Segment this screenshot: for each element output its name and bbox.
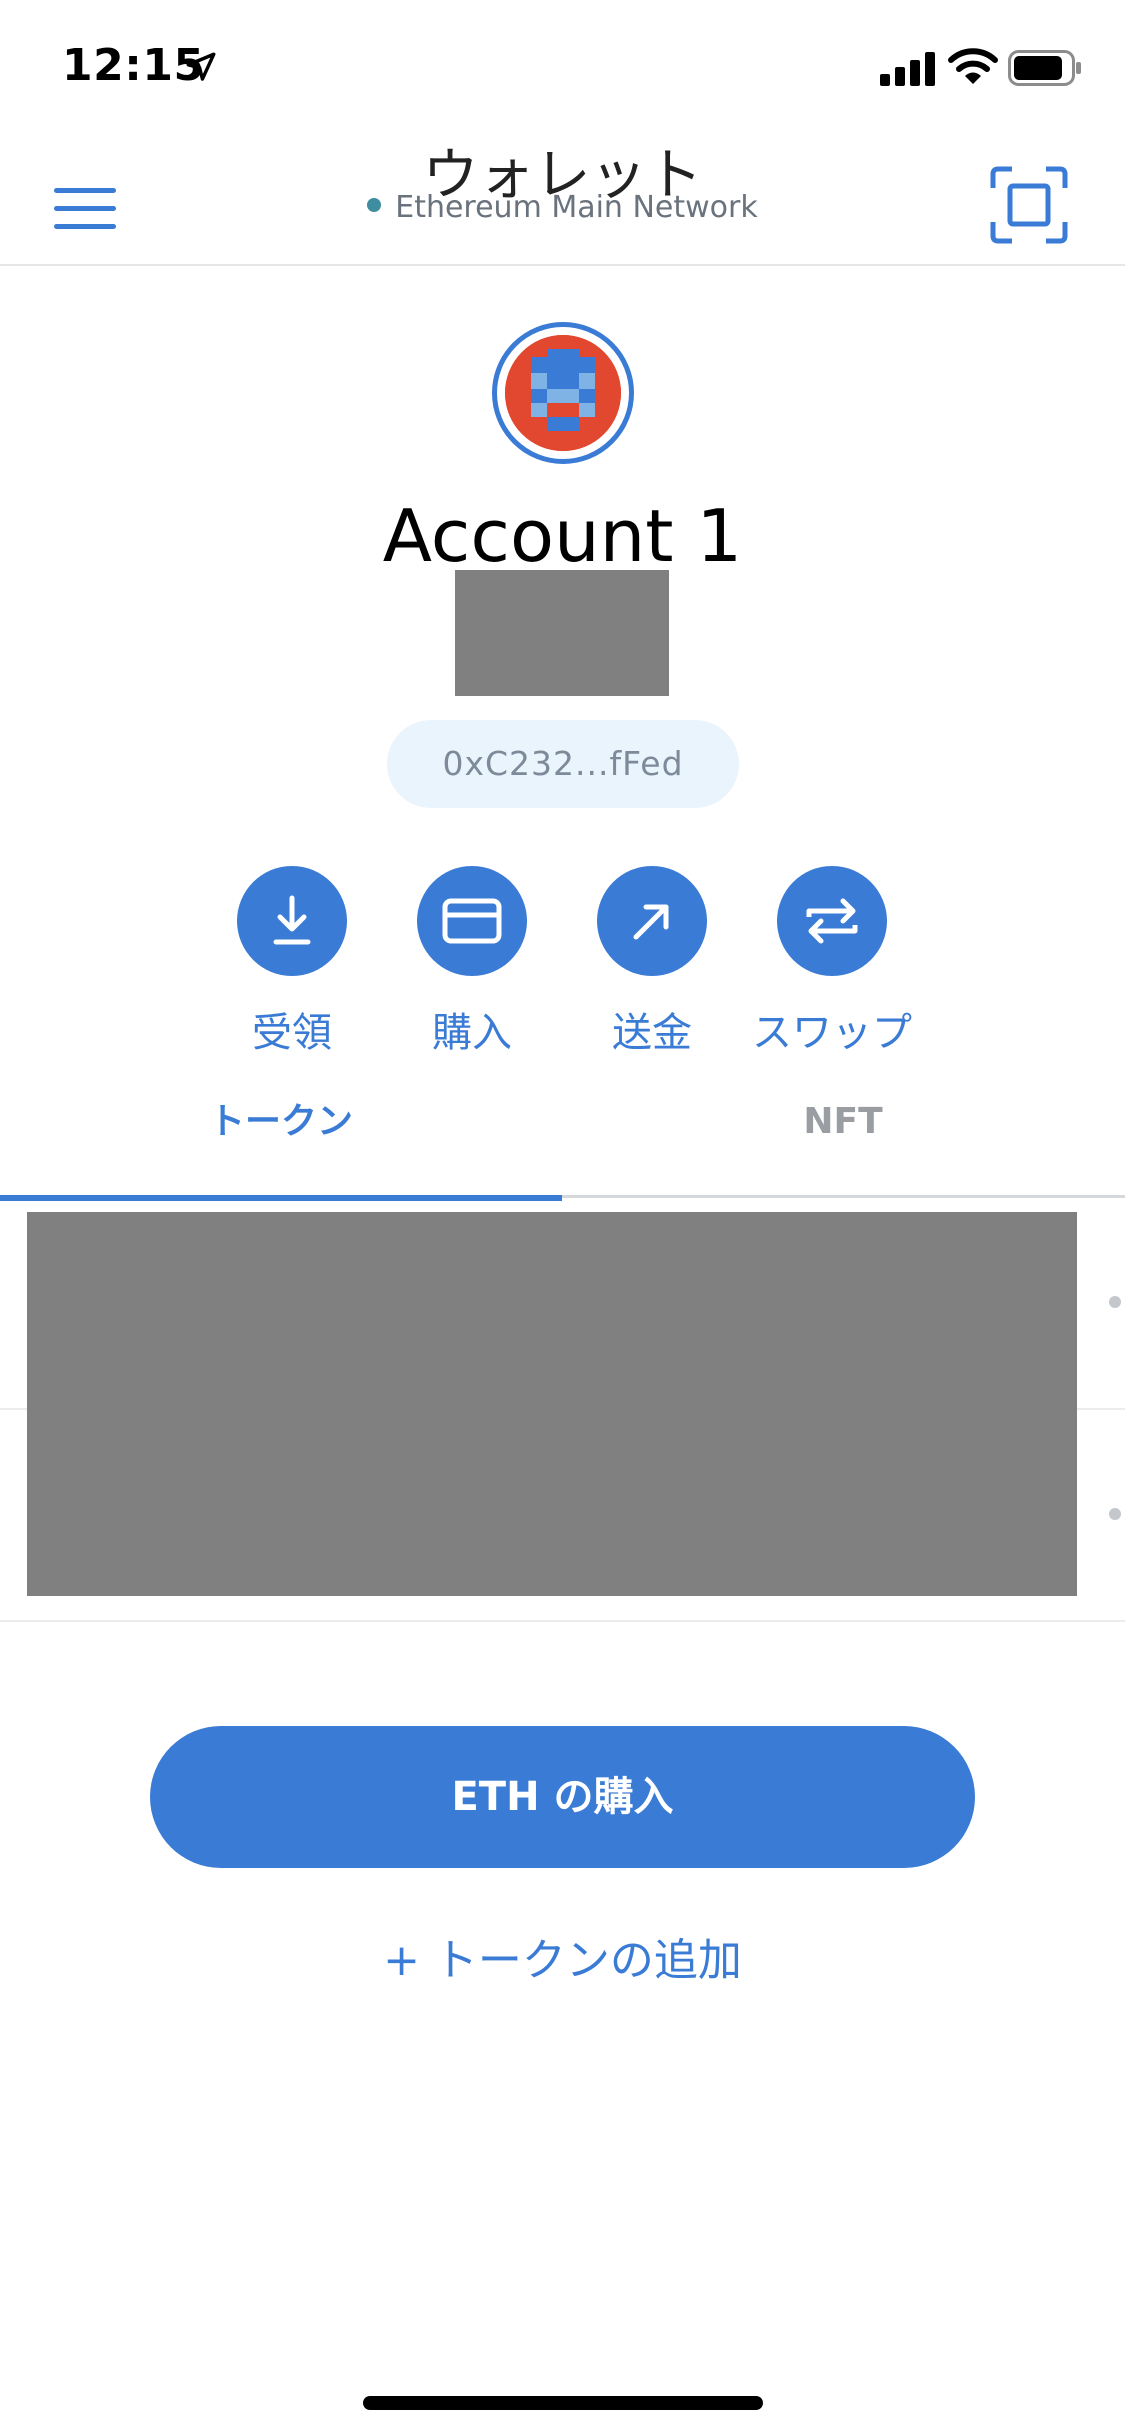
balance-redacted [455, 570, 669, 696]
tab-nft-label: NFT [803, 1101, 883, 1142]
send-button[interactable]: 送金 [562, 866, 742, 1058]
chevron-right-icon [1109, 1296, 1121, 1308]
network-name: Ethereum Main Network [395, 190, 758, 225]
home-indicator[interactable] [363, 2396, 763, 2410]
location-arrow-icon [186, 52, 216, 81]
status-bar: 12:15 [0, 0, 1125, 130]
swap-button[interactable]: スワップ [742, 866, 922, 1058]
tab-nft[interactable]: NFT [562, 1080, 1124, 1198]
buy-eth-button[interactable]: ETH の購入 [150, 1726, 975, 1868]
add-token-link[interactable]: + トークンの追加 [0, 1924, 1125, 1988]
tab-tokens[interactable]: トークン [0, 1080, 562, 1201]
tab-tokens-label: トークン [208, 1101, 353, 1142]
network-selector[interactable]: Ethereum Main Network [0, 190, 1125, 225]
wifi-icon [948, 48, 998, 84]
qr-scan-icon[interactable] [990, 166, 1068, 244]
cellular-signal-icon [880, 52, 935, 86]
identicon-pattern [505, 335, 621, 451]
account-address[interactable]: 0xC232...fFed [387, 720, 739, 808]
receive-label: 受領 [252, 1010, 332, 1056]
chevron-right-icon [1109, 1508, 1121, 1520]
wallet-actions: 受領 購入 送金 スワップ [0, 866, 1125, 1056]
buy-label: 購入 [432, 1010, 512, 1056]
token-list-redacted [27, 1212, 1077, 1596]
app-header: ウォレット Ethereum Main Network [0, 130, 1125, 266]
swap-icon [806, 898, 858, 944]
wallet-screen: 12:15 ウォレット Ethereum Main Network Accoun… [0, 0, 1125, 2436]
send-label: 送金 [612, 1010, 692, 1056]
identicon [505, 335, 621, 451]
arrow-up-right-icon [633, 904, 669, 940]
buy-button[interactable]: 購入 [382, 866, 562, 1058]
account-name[interactable]: Account 1 [0, 494, 1125, 578]
card-icon [442, 898, 502, 944]
receive-button[interactable]: 受領 [202, 866, 382, 1058]
asset-tabs: トークン NFT [0, 1080, 1125, 1201]
swap-label: スワップ [752, 1010, 912, 1056]
download-icon [273, 895, 311, 945]
account-avatar[interactable] [492, 322, 634, 464]
battery-icon [1008, 50, 1081, 86]
network-status-dot [367, 197, 382, 212]
